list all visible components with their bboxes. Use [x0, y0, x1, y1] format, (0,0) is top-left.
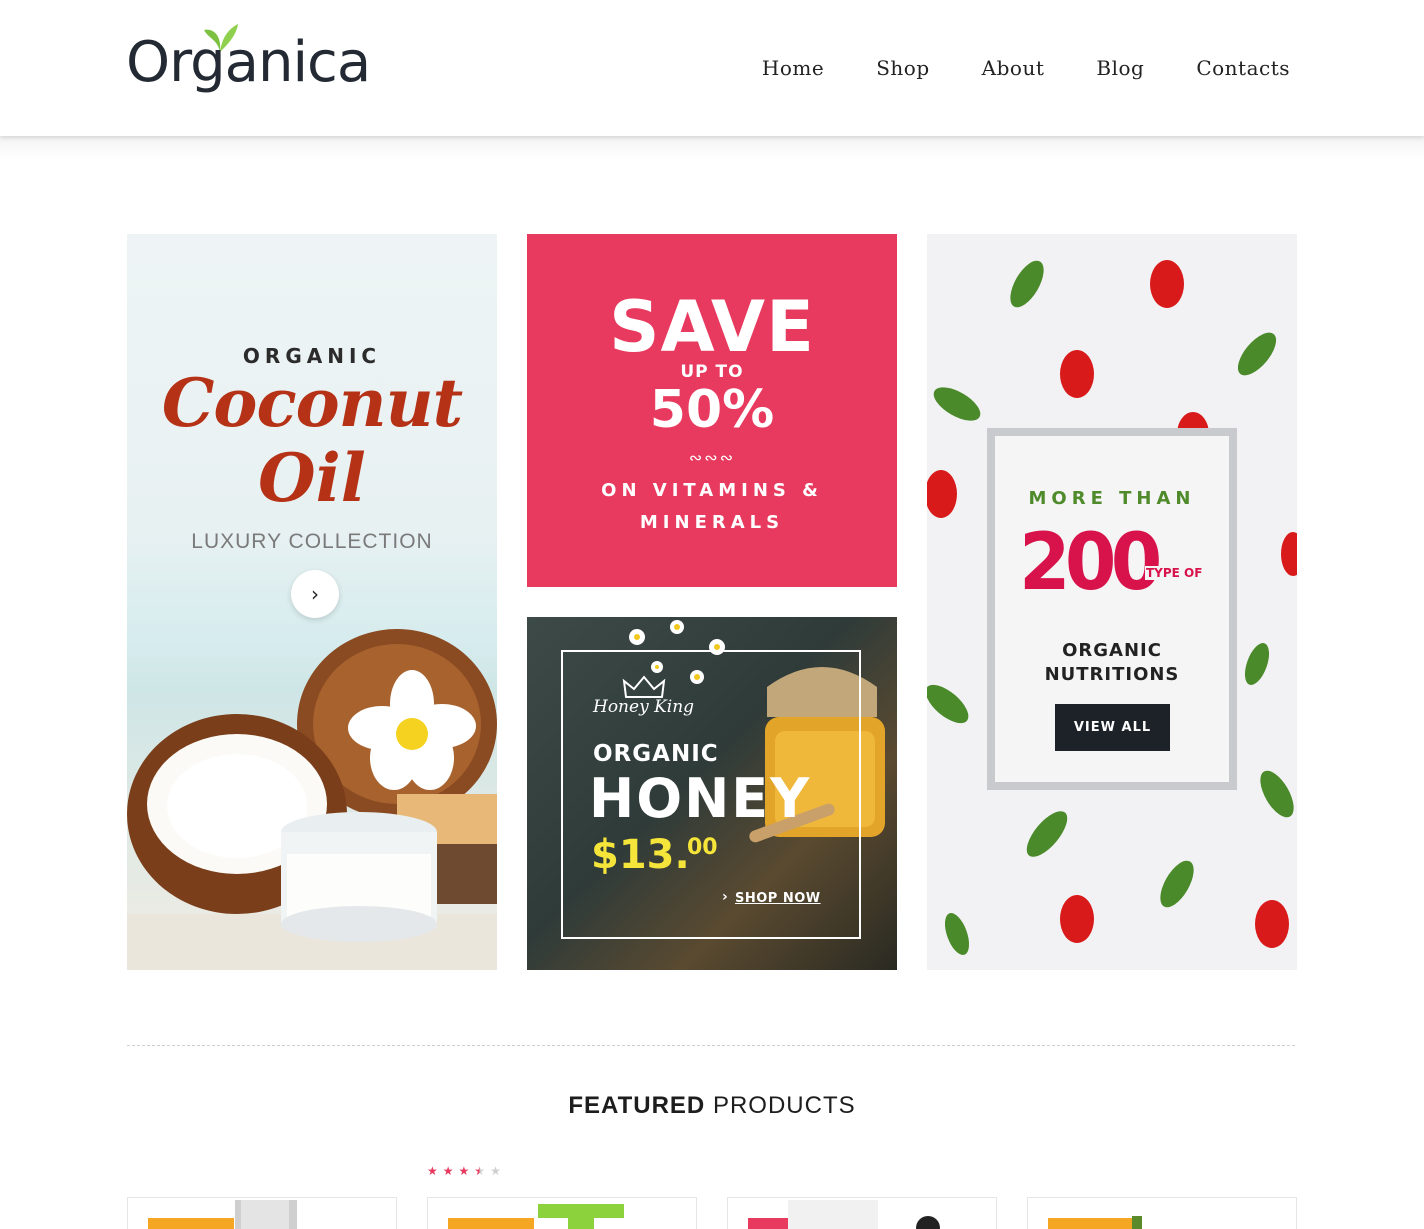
organic-honey-banner[interactable]: Honey King ORGANIC HONEY $13. 00 › SHOP … [527, 617, 897, 970]
section-divider [127, 1045, 1295, 1046]
save-line2: MINERALS [639, 512, 785, 533]
coconut-product-image [127, 629, 497, 970]
nutrition-line2: NUTRITIONS [1044, 664, 1180, 685]
chevron-right-icon[interactable]: › [291, 570, 339, 618]
featured-badge [448, 1218, 534, 1229]
honey-brand: Honey King [593, 697, 695, 717]
coconut-subtitle: LUXURY COLLECTION [191, 530, 433, 553]
product-rating: ★ ★ ★ ★ ★ [427, 1164, 501, 1178]
featured-heading-rest: PRODUCTS [712, 1092, 856, 1119]
star-icon: ★ [442, 1164, 454, 1178]
nav-home[interactable]: Home [762, 56, 824, 80]
nav-blog[interactable]: Blog [1096, 56, 1144, 80]
view-all-button[interactable]: VIEW ALL [1055, 704, 1170, 751]
site-header: Organica Home Shop About Blog Contacts [0, 0, 1424, 136]
star-icon: ★ [490, 1164, 501, 1178]
nav-contacts[interactable]: Contacts [1196, 56, 1290, 80]
honey-price-cents: 00 [687, 835, 718, 860]
coconut-oil-banner[interactable]: ORGANIC Coconut Oil LUXURY COLLECTION › [127, 234, 497, 970]
save-percent: 50% [649, 380, 775, 440]
honey-kicker: ORGANIC [593, 741, 719, 767]
star-icon: ★ [427, 1164, 438, 1178]
header-shadow-strip [0, 136, 1424, 160]
save-50-banner[interactable]: SAVE UP TO 50% ∾∾∾ ON VITAMINS & MINERAL… [527, 234, 897, 587]
chevron-right-icon: › [722, 889, 728, 905]
nutrition-type-of: TYPE OF [1145, 566, 1204, 580]
nav-shop[interactable]: Shop [876, 56, 929, 80]
main-nav: Home Shop About Blog Contacts [710, 0, 1290, 136]
half-star-icon: ★ [474, 1164, 486, 1178]
save-headline: SAVE [609, 286, 815, 368]
ornament-icon: ∾∾∾ [688, 448, 736, 467]
shop-now-link[interactable]: SHOP NOW [735, 891, 821, 906]
product-card[interactable] [127, 1197, 397, 1229]
coconut-title-line2: Oil [258, 439, 366, 517]
product-image [788, 1200, 940, 1229]
save-line1: ON VITAMINS & [601, 480, 823, 501]
star-icon: ★ [458, 1164, 470, 1178]
save-up-to: UP TO [680, 362, 744, 382]
nutrition-number: 200 [1019, 518, 1162, 608]
honey-price: $13. [591, 832, 690, 878]
product-card[interactable] [1027, 1197, 1297, 1229]
product-card[interactable] [427, 1197, 697, 1229]
featured-badge [1048, 1218, 1134, 1229]
featured-heading-bold: FEATURED [568, 1092, 706, 1119]
honey-title: HONEY [589, 767, 812, 830]
nutrition-card: MORE THAN 200 TYPE OF ORGANIC NUTRITIONS… [987, 428, 1237, 790]
organic-nutritions-banner[interactable]: MORE THAN 200 TYPE OF ORGANIC NUTRITIONS… [927, 234, 1297, 970]
organica-logo[interactable]: Organica [126, 20, 396, 110]
featured-products-heading: FEATURED PRODUCTS [0, 1092, 1424, 1120]
logo-text: Organica [126, 30, 371, 95]
product-image [235, 1200, 297, 1229]
coconut-title-line1: Coconut [161, 364, 463, 442]
product-image [1132, 1216, 1142, 1229]
nutrition-line1: ORGANIC [1062, 640, 1162, 661]
nav-about[interactable]: About [982, 56, 1045, 80]
product-card[interactable] [727, 1197, 997, 1229]
featured-badge [148, 1218, 234, 1229]
nutrition-kicker: MORE THAN [1028, 488, 1196, 509]
product-image [538, 1204, 624, 1229]
